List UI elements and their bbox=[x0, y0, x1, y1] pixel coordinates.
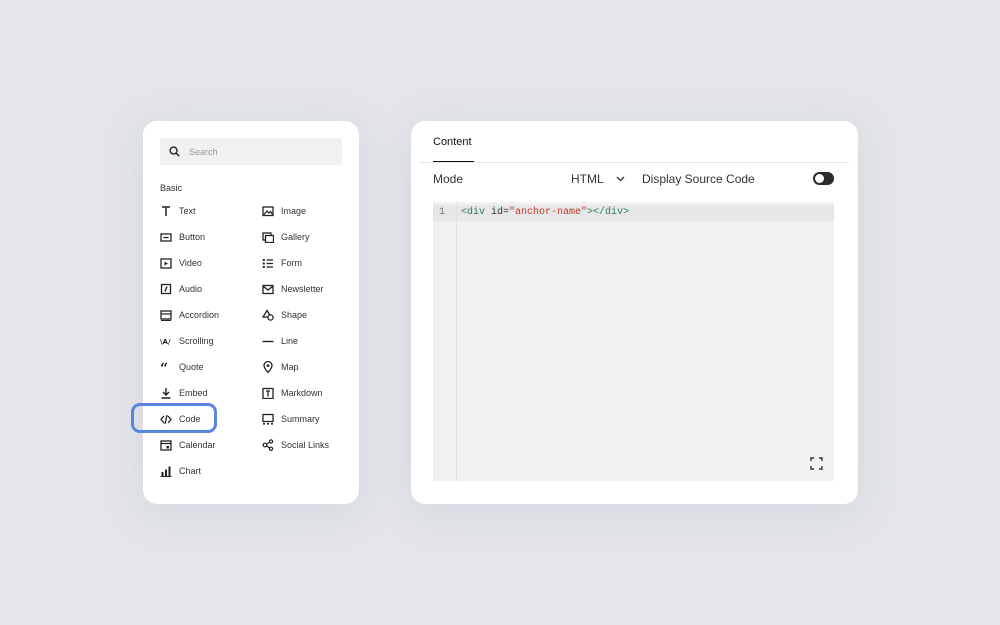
code-line[interactable]: <div id="anchor-name"></div> bbox=[461, 207, 629, 218]
block-item-video[interactable]: Video bbox=[160, 255, 202, 271]
block-item-label: Newsletter bbox=[281, 284, 324, 294]
line-number: 1 bbox=[439, 207, 446, 218]
display-source-code-label: Display Source Code bbox=[642, 172, 755, 186]
block-item-newsletter[interactable]: Newsletter bbox=[262, 281, 324, 297]
block-item-embed[interactable]: Embed bbox=[160, 385, 208, 401]
summary-icon bbox=[262, 413, 274, 425]
block-item-label: Summary bbox=[281, 414, 320, 424]
block-item-social-links[interactable]: Social Links bbox=[262, 437, 329, 453]
block-item-label: Video bbox=[179, 258, 202, 268]
block-item-line[interactable]: Line bbox=[262, 333, 298, 349]
block-item-label: Social Links bbox=[281, 440, 330, 450]
block-item-markdown[interactable]: Markdown bbox=[262, 385, 323, 401]
search-box[interactable] bbox=[160, 138, 342, 165]
social-links-icon bbox=[262, 439, 274, 451]
block-item-scrolling[interactable]: \A/Scrolling bbox=[160, 333, 214, 349]
block-item-shape[interactable]: Shape bbox=[262, 307, 307, 323]
block-item-label: Map bbox=[281, 362, 299, 372]
search-icon bbox=[169, 146, 180, 157]
fullscreen-expand-icon[interactable] bbox=[810, 457, 823, 470]
chevron-down-icon bbox=[616, 176, 625, 182]
mode-select-value: HTML bbox=[571, 172, 604, 186]
block-item-map[interactable]: Map bbox=[262, 359, 299, 375]
block-item-label: Audio bbox=[179, 284, 203, 294]
svg-text:\A/: \A/ bbox=[160, 338, 171, 346]
code-open-tag: <div bbox=[461, 207, 486, 218]
audio-icon bbox=[160, 283, 172, 295]
image-icon bbox=[262, 205, 274, 217]
mode-select[interactable]: HTML bbox=[571, 172, 625, 186]
block-item-label: Gallery bbox=[281, 232, 310, 242]
tab-content[interactable]: Content bbox=[433, 136, 472, 148]
block-item-label: Chart bbox=[179, 466, 202, 476]
section-title-basic: Basic bbox=[160, 183, 183, 193]
block-item-label: Shape bbox=[281, 310, 308, 320]
block-item-label: Calendar bbox=[179, 440, 216, 450]
block-item-label: Markdown bbox=[281, 388, 323, 398]
block-item-label: Accordion bbox=[179, 310, 220, 320]
chart-icon bbox=[160, 465, 172, 477]
form-icon bbox=[262, 257, 274, 269]
text-icon bbox=[160, 205, 172, 217]
newsletter-icon bbox=[262, 283, 274, 295]
scrolling-icon: \A/ bbox=[160, 335, 172, 347]
block-item-label: Form bbox=[281, 258, 302, 268]
block-item-accordion[interactable]: Accordion bbox=[160, 307, 219, 323]
svg-text:“: “ bbox=[160, 361, 168, 373]
block-item-quote[interactable]: “ Quote bbox=[160, 359, 204, 375]
line-icon bbox=[262, 335, 274, 347]
gallery-icon bbox=[262, 231, 274, 243]
block-item-gallery[interactable]: Gallery bbox=[262, 229, 310, 245]
code-item-highlight bbox=[131, 403, 217, 433]
block-item-text[interactable]: Text bbox=[160, 203, 196, 219]
block-item-calendar[interactable]: Calendar bbox=[160, 437, 216, 453]
line-number-gutter bbox=[433, 202, 457, 481]
quote-icon: “ bbox=[160, 361, 172, 373]
mode-label: Mode bbox=[433, 172, 464, 186]
embed-icon bbox=[160, 387, 172, 399]
calendar-icon bbox=[160, 439, 172, 451]
accordion-icon bbox=[160, 309, 172, 321]
block-item-button[interactable]: Button bbox=[160, 229, 205, 245]
code-editor[interactable]: 1 <div id="anchor-name"></div> bbox=[433, 202, 834, 481]
block-item-label: Scrolling bbox=[179, 336, 214, 346]
block-item-label: Text bbox=[179, 206, 196, 216]
code-close-tag: ></div> bbox=[587, 207, 630, 218]
block-item-form[interactable]: Form bbox=[262, 255, 302, 271]
tab-divider bbox=[419, 162, 849, 163]
code-attribute-value: "anchor-name" bbox=[509, 207, 588, 218]
block-item-audio[interactable]: Audio bbox=[160, 281, 202, 297]
map-pin-icon bbox=[262, 361, 274, 373]
block-item-label: Image bbox=[281, 206, 307, 216]
block-picker-panel: Basic Text Button Video Audio Accordion \A/Sc… bbox=[131, 121, 359, 504]
block-item-chart[interactable]: Chart bbox=[160, 463, 201, 479]
display-source-code-toggle[interactable] bbox=[813, 172, 834, 185]
search-input[interactable] bbox=[187, 145, 331, 158]
block-item-label: Quote bbox=[179, 362, 204, 372]
video-icon bbox=[160, 257, 172, 269]
button-icon bbox=[160, 231, 172, 243]
block-item-label: Line bbox=[281, 336, 299, 346]
block-item-image[interactable]: Image bbox=[262, 203, 306, 219]
block-item-label: Embed bbox=[179, 388, 208, 398]
code-attribute: id= bbox=[485, 207, 510, 218]
content-editor-panel: Content Mode HTML Display Source Code 1 … bbox=[411, 121, 858, 504]
block-item-summary[interactable]: Summary bbox=[262, 411, 320, 427]
block-item-label: Button bbox=[179, 232, 206, 242]
markdown-icon bbox=[262, 387, 274, 399]
shape-icon bbox=[262, 309, 274, 321]
toggle-knob bbox=[815, 174, 824, 183]
